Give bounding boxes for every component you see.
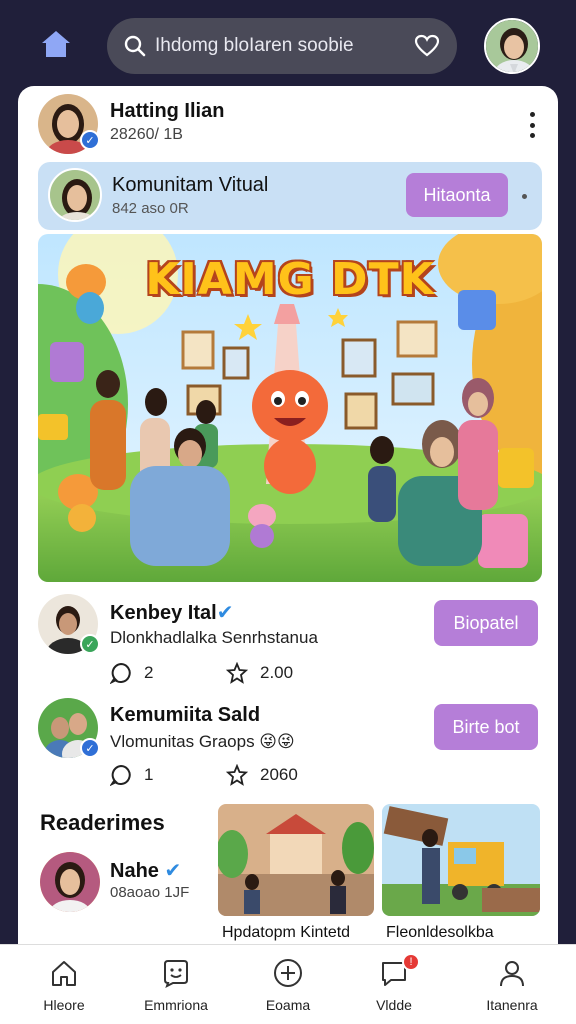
star-icon (226, 764, 248, 786)
verified-check-icon: ✔ (216, 602, 234, 624)
community-meta: 842 aso 0R (112, 200, 189, 217)
post-author-name-text: Kenbey Ital (110, 602, 217, 624)
thumbnail-caption: Hpdatopm Kintetd (222, 924, 351, 941)
comment-count[interactable]: 1 (110, 764, 153, 786)
post-text: Dlonkhadlalka Senrhstanua (110, 628, 318, 647)
community-banner[interactable]: Komunitam Vitual 842 aso 0R Hitaonta (38, 162, 542, 230)
star-icon (226, 662, 248, 684)
verified-badge-icon: ✓ (80, 634, 100, 654)
verified-badge-icon: ✓ (80, 738, 100, 758)
comment-count-value: 2 (144, 663, 154, 682)
recommendation-thumbnail[interactable] (218, 804, 374, 916)
recommended-name-text: Nahe (110, 860, 159, 882)
like-count-value: 2.00 (260, 663, 294, 682)
bottom-nav: Hleore Emmriona Eoama ! Vldde Itanenra (0, 944, 576, 1024)
post-meta: 28260/ 1B (110, 126, 183, 143)
community-join-button[interactable]: Hitaonta (406, 173, 508, 217)
nav-home-label: Hleore (43, 997, 85, 1013)
post-item: ✓ Kemumiita Sald Vlomunitas Graops 😜😜 Bi… (18, 694, 558, 794)
person-icon (464, 955, 560, 991)
message-icon: ! (346, 953, 442, 991)
author-name[interactable]: Hatting Ilian (110, 100, 224, 123)
recommended-avatar[interactable] (40, 852, 100, 912)
nav-create-label: Eoama (265, 997, 311, 1013)
feed-card: ✓ Hatting Ilian 28260/ 1B Komunitam Vitu… (18, 86, 558, 956)
nav-create[interactable]: Eoama (240, 955, 336, 1019)
like-count[interactable]: 2.00 (226, 662, 293, 684)
heart-icon[interactable] (413, 32, 441, 60)
nav-home[interactable]: Hleore (16, 955, 112, 1019)
hero-title: KIAMG DTK (145, 254, 435, 305)
notification-badge: ! (402, 953, 420, 971)
post-item: ✓ Kenbey Ital✔ Dlonkhadlalka Senrhstanua… (18, 590, 558, 690)
nav-video[interactable]: ! Vldde (346, 953, 442, 1019)
recommended-meta: 08aoao 1JF (110, 884, 190, 901)
home-icon (16, 955, 112, 991)
verified-check-icon: ✔ (158, 860, 182, 882)
nav-profile-label: Itanenra (486, 997, 538, 1013)
post-text: Vlomunitas Graops 😜😜 (110, 732, 295, 751)
plus-circle-icon (240, 955, 336, 991)
home-icon[interactable] (36, 24, 76, 64)
nav-video-label: Vldde (376, 997, 412, 1013)
post-author-name[interactable]: Kemumiita Sald (110, 704, 260, 727)
comment-count-value: 1 (144, 765, 154, 784)
top-bar: Ihdomg bloIaren soobie (0, 0, 576, 86)
app-screen: Ihdomg bloIaren soobie ✓ Hatting Ilian 2… (0, 0, 576, 1024)
comment-count[interactable]: 2 (110, 662, 153, 684)
community-name: Komunitam Vitual (112, 174, 269, 196)
community-dot-icon (522, 194, 527, 199)
hero-illustration[interactable]: KIAMG DTK (38, 234, 542, 582)
profile-avatar[interactable] (484, 18, 540, 74)
section-title: Readerimes (40, 810, 165, 835)
search-icon (123, 33, 149, 59)
comment-icon (110, 764, 131, 786)
chat-face-icon (128, 955, 224, 991)
search-input[interactable]: Ihdomg bloIaren soobie (155, 35, 413, 57)
nav-profile[interactable]: Itanenra (464, 955, 560, 1019)
more-options-icon[interactable] (526, 110, 538, 140)
community-avatar (48, 168, 102, 222)
thumbnail-caption: Fleonldesolkba (386, 924, 494, 941)
verified-badge-icon: ✓ (80, 130, 100, 150)
search-bar[interactable]: Ihdomg bloIaren soobie (107, 18, 457, 74)
post-action-button[interactable]: Biopatel (434, 600, 538, 646)
nav-emotions[interactable]: Emmriona (128, 955, 224, 1019)
post-author-name[interactable]: Kenbey Ital✔ (110, 600, 233, 625)
recommended-name[interactable]: Nahe ✔ (110, 858, 181, 883)
comment-icon (110, 662, 131, 684)
like-count-value: 2060 (260, 765, 298, 784)
like-count[interactable]: 2060 (226, 764, 298, 786)
recommendation-thumbnail[interactable] (382, 804, 540, 916)
nav-emotions-label: Emmriona (144, 997, 208, 1013)
post-action-button[interactable]: Birte bot (434, 704, 538, 750)
